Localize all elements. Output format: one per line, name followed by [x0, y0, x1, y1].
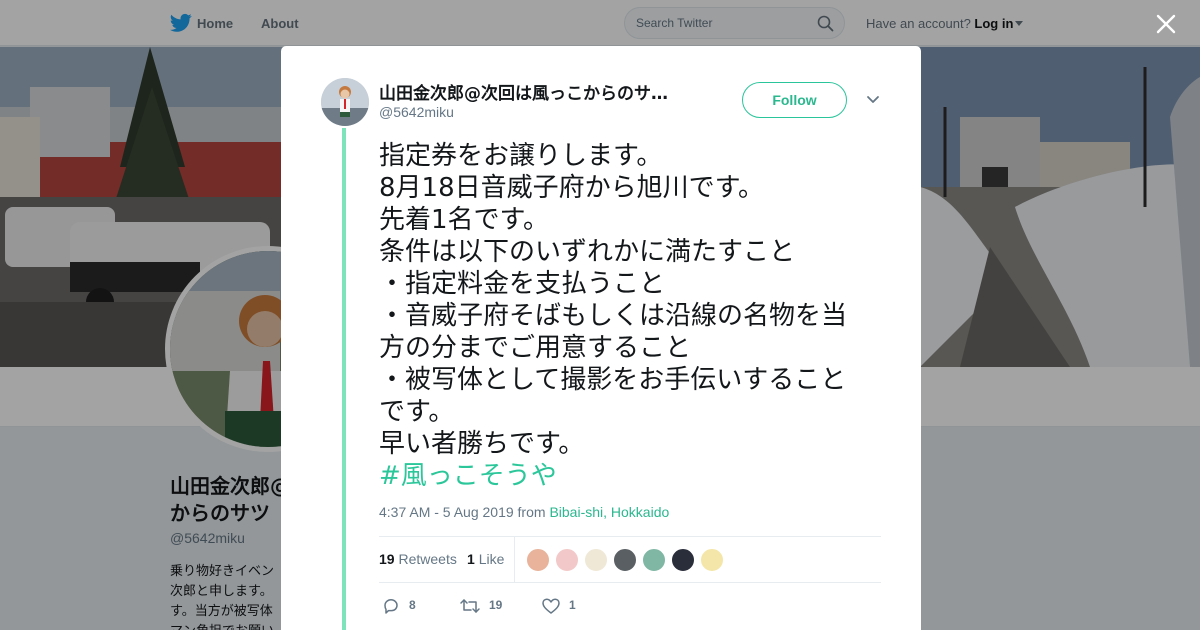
retweeter-avatar[interactable] [584, 548, 608, 572]
tweet-metadata: 4:37 AM - 5 Aug 2019 from Bibai-shi, Hok… [379, 504, 669, 520]
author-avatar-photo [321, 78, 369, 126]
retweeter-avatar[interactable] [700, 548, 724, 572]
tweet-author-name[interactable]: 山田金次郎@次回は風っこからのサ… [379, 79, 694, 104]
retweet-button[interactable]: 19 [459, 596, 519, 616]
hashtag-link[interactable]: #風っこそうや [379, 460, 889, 492]
like-count: 1 [569, 598, 576, 612]
stats-divider [514, 537, 515, 582]
heart-icon [542, 598, 560, 614]
retweet-count: 19 [489, 598, 503, 612]
tweet-text-line: 先着1名です。 [379, 205, 549, 235]
tweet-text-line: 指定券をお譲りします。 [379, 141, 663, 171]
reply-icon [384, 599, 398, 614]
tweet-text-line: 方の分までご用意すること [379, 333, 692, 363]
likes-count: 1 [467, 551, 475, 567]
tweet-text-line: ・指定料金を支払うこと [379, 269, 666, 299]
tweet-location-link[interactable]: Bibai-shi, Hokkaido [549, 504, 669, 520]
retweets-count: 19 [379, 551, 395, 567]
tweet-text-line: ・音威子府そばもしくは沿線の名物を当 [379, 301, 848, 331]
likes-label: Like [478, 551, 505, 567]
like-button[interactable]: 1 [541, 596, 586, 616]
reply-button[interactable]: 8 [381, 596, 426, 616]
retweeter-avatar[interactable] [526, 548, 550, 572]
retweets-label: Retweets [398, 551, 457, 567]
likes-stat[interactable]: 1 Like [467, 551, 504, 567]
tweet-modal: 山田金次郎@次回は風っこからのサ… @5642miku Follow 指定券をお… [281, 46, 921, 630]
thread-line [342, 128, 346, 630]
follow-button[interactable]: Follow [742, 82, 847, 118]
tweet-text-line: 早い者勝ちです。 [379, 429, 585, 459]
tweet-author-handle[interactable]: @5642miku [379, 104, 454, 120]
tweet-text: 指定券をお譲りします。 8月18日音威子府から旭川です。 先着1名です。 条件は… [379, 140, 889, 492]
close-icon[interactable] [1156, 14, 1176, 34]
chevron-down-icon[interactable] [866, 95, 880, 105]
tweet-text-line: ・被写体として撮影をお手伝いすること [379, 365, 847, 395]
tweet-text-line: 8月18日音威子府から旭川です。 [379, 173, 765, 203]
retweets-stat[interactable]: 19 Retweets [379, 551, 457, 567]
tweet-author-avatar[interactable] [321, 78, 369, 126]
retweeter-avatar[interactable] [555, 548, 579, 572]
tweet-stats: 19 Retweets 1 Like [379, 536, 881, 583]
tweet-text-line: 条件は以下のいずれかに満たすこと [379, 237, 796, 267]
tweet-text-line: です。 [379, 397, 455, 427]
retweet-icon [460, 599, 480, 613]
reply-count: 8 [409, 598, 416, 612]
retweeter-avatar[interactable] [613, 548, 637, 572]
retweeter-avatar[interactable] [671, 548, 695, 572]
tweet-timestamp[interactable]: 4:37 AM - 5 Aug 2019 from [379, 504, 546, 520]
retweeter-avatar[interactable] [642, 548, 666, 572]
